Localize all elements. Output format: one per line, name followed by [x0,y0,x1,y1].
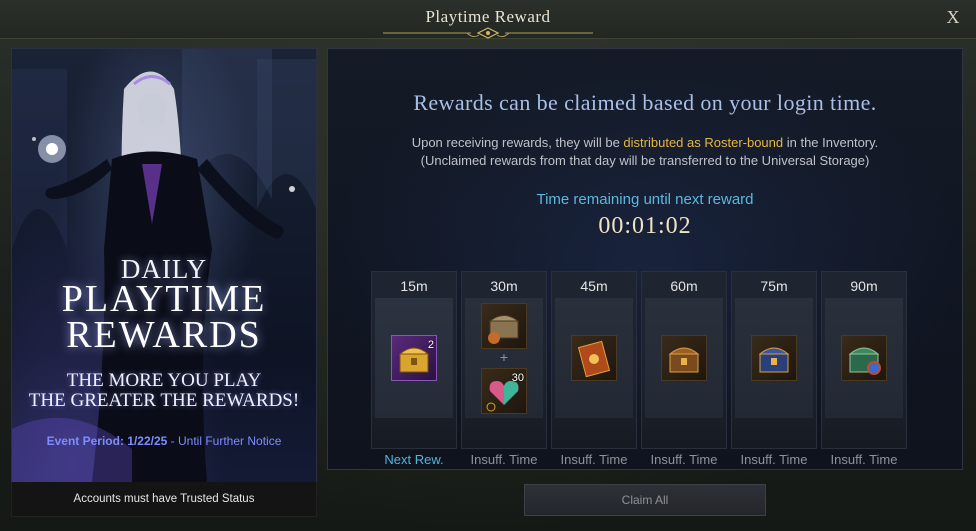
ornate-chest-icon[interactable] [661,335,707,381]
slot-item-area [735,298,813,418]
event-banner: DAILY PLAYTIME REWARDS THE MORE YOU PLAY… [11,48,317,484]
reward-panel: Rewards can be claimed based on your log… [327,48,963,470]
trusted-status-note: Accounts must have Trusted Status [11,482,317,517]
slot-time: 30m [490,278,518,294]
claim-all-button[interactable]: Claim All [524,484,766,516]
slot-time: 75m [760,278,788,294]
timer-label: Time remaining until next reward [536,191,754,208]
event-period-value: - Until Further Notice [167,434,282,448]
item-quantity: 30 [511,372,524,384]
desc-1-pre: Upon receiving rewards, they will be [411,135,624,150]
reward-slot-15m[interactable]: 15m 2 Next Rew. [371,271,457,467]
blue-chest-icon-graphic [758,347,790,373]
item-quantity: 2 [427,339,434,351]
reward-slot-90m[interactable]: 90m Insuff. Time [821,271,907,467]
slot-item-area: + 30 [465,298,543,418]
timer-value: 00:01:02 [598,213,692,239]
reward-slot-30m[interactable]: 30m + 30 Insuff. Time [461,271,547,467]
slot-status: Insuff. Time [650,452,718,467]
material-chest-icon[interactable] [481,303,527,349]
panel-description-1: Upon receiving rewards, they will be dis… [328,135,962,150]
title-bar: Playtime Reward X [0,0,976,39]
slot-status: Insuff. Time [740,452,808,467]
ornate-chest-icon-graphic [668,347,700,373]
card-pack-icon[interactable] [571,335,617,381]
window-title: Playtime Reward [425,7,551,26]
slot-time: 60m [670,278,698,294]
banner-tagline-1: THE MORE YOU PLAY [66,370,262,391]
reward-slot-60m[interactable]: 60m Insuff. Time [641,271,727,467]
slot-status: Insuff. Time [560,452,628,467]
material-chest-icon-graphic [488,315,520,344]
slot-time: 15m [400,278,428,294]
slot-time: 45m [580,278,608,294]
panel-description-2: (Unclaimed rewards from that day will be… [420,153,870,168]
blue-chest-icon[interactable] [751,335,797,381]
slot-item-area: 2 [375,298,453,418]
card-pack-icon-graphic [577,340,611,378]
desc-1-highlight: distributed as Roster-bound [623,135,784,150]
title-ornament-icon [383,27,593,39]
desc-1-post: in the Inventory. [783,135,879,150]
golden-chest-icon[interactable]: 2 [391,335,437,381]
event-period-label: Event Period: 1/22/25 [46,434,168,448]
close-button[interactable]: X [944,7,962,27]
slot-status: Next Rew. [384,452,444,467]
banner-rewards-text: REWARDS [66,314,262,356]
slot-item-area [825,298,903,418]
panel-headline: Rewards can be claimed based on your log… [413,90,877,115]
heart-crystal-icon[interactable]: 30 [481,368,527,414]
plus-icon: + [499,349,509,365]
slot-item-area [645,298,723,418]
slot-status: Insuff. Time [830,452,898,467]
slot-item-area [555,298,633,418]
green-chest-icon[interactable] [841,335,887,381]
reward-slot-45m[interactable]: 45m Insuff. Time [551,271,637,467]
reward-slot-75m[interactable]: 75m Insuff. Time [731,271,817,467]
banner-tagline-2: THE GREATER THE REWARDS! [28,390,300,411]
slot-status: Insuff. Time [470,452,538,467]
slot-time: 90m [850,278,878,294]
event-period: Event Period: 1/22/25 - Until Further No… [12,434,316,448]
green-chest-icon-graphic [848,347,881,375]
